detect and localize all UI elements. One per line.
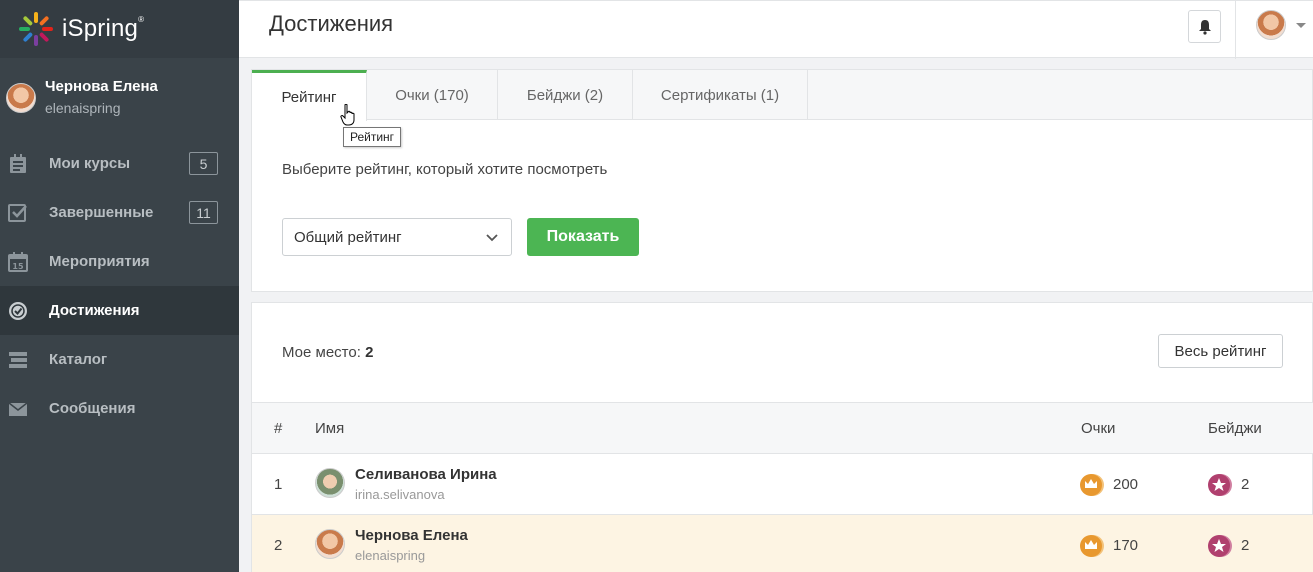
- table-header: # Имя Очки Бейджи: [252, 402, 1313, 454]
- rating-panel: Рейтинг Очки (170) Бейджи (2) Сертификат…: [251, 69, 1313, 292]
- column-header-badges: Бейджи: [1208, 420, 1262, 437]
- svg-text:15: 15: [12, 262, 24, 271]
- crown-points-icon: [1080, 474, 1104, 496]
- column-header-points: Очки: [1081, 420, 1116, 437]
- tab-certificates[interactable]: Сертификаты (1): [633, 70, 808, 120]
- sidebar-item-catalog[interactable]: Каталог: [0, 335, 239, 384]
- full-rating-button[interactable]: Весь рейтинг: [1158, 334, 1283, 368]
- sidebar-item-achievements[interactable]: Достижения: [0, 286, 239, 335]
- top-header: Достижения: [239, 0, 1313, 59]
- sidebar-item-label: Сообщения: [49, 400, 136, 417]
- logo[interactable]: iSpring®: [0, 0, 239, 58]
- sidebar-item-messages[interactable]: Сообщения: [0, 384, 239, 433]
- crown-points-icon: [1080, 535, 1104, 557]
- column-header-name: Имя: [315, 420, 345, 437]
- count-badge: 11: [189, 201, 218, 224]
- table-row-current-user[interactable]: 2 Чернова Елена elenaispring 170 2: [252, 515, 1313, 572]
- badges-value: 2: [1241, 476, 1250, 493]
- avatar: [315, 529, 345, 559]
- envelope-icon: [8, 399, 28, 419]
- count-badge: 5: [189, 152, 218, 175]
- points-value: 200: [1113, 476, 1139, 493]
- tooltip: Рейтинг: [343, 127, 402, 147]
- page-title: Достижения: [269, 11, 394, 36]
- sidebar-item-label: Достижения: [49, 302, 140, 319]
- leaderboard-panel: Мое место: 2 Весь рейтинг # Имя Очки Бей…: [251, 302, 1313, 572]
- my-place-value: 2: [365, 344, 374, 361]
- rank: 2: [274, 537, 283, 554]
- points-value: 170: [1113, 537, 1139, 554]
- hand-cursor-icon: [340, 104, 355, 126]
- user-login: irina.selivanova: [355, 487, 445, 502]
- sidebar-item-completed[interactable]: Завершенные 11: [0, 188, 239, 237]
- sidebar-nav: Мои курсы 5 Завершенные 11 15 Мероприяти…: [0, 139, 239, 433]
- sidebar-item-label: Мероприятия: [49, 253, 150, 270]
- sidebar-item-label: Завершенные: [49, 204, 154, 221]
- rank: 1: [274, 476, 283, 493]
- badges-value: 2: [1241, 537, 1250, 554]
- achievement-medal-icon: [8, 301, 28, 321]
- rating-select-value: Общий рейтинг: [294, 228, 402, 246]
- tab-badges[interactable]: Бейджи (2): [498, 70, 633, 120]
- calendar-icon: 15: [8, 251, 28, 272]
- show-button[interactable]: Показать: [527, 218, 639, 256]
- header-divider: [1235, 1, 1236, 59]
- tab-points[interactable]: Очки (170): [367, 70, 498, 120]
- completed-check-icon: [8, 203, 28, 223]
- sidebar-item-label: Мои курсы: [49, 155, 131, 172]
- bell-icon: [1198, 19, 1211, 35]
- column-header-num: #: [274, 420, 283, 437]
- caret-down-icon[interactable]: [1296, 23, 1306, 28]
- star-badge-icon: [1208, 474, 1232, 496]
- table-row[interactable]: 1 Селиванова Ирина irina.selivanova 200 …: [252, 454, 1313, 515]
- star-badge-icon: [1208, 535, 1232, 557]
- sidebar-item-my-courses[interactable]: Мои курсы 5: [0, 139, 239, 188]
- rating-prompt: Выберите рейтинг, который хотите посмотр…: [282, 161, 608, 178]
- chevron-down-icon: [486, 234, 498, 242]
- avatar: [6, 83, 36, 113]
- sidebar: iSpring® Чернова Елена elenaispring Мои …: [0, 0, 239, 572]
- avatar: [315, 468, 345, 498]
- courses-icon: [8, 153, 28, 174]
- ispring-logo-icon: [19, 12, 53, 46]
- logo-text: iSpring®: [62, 15, 145, 42]
- user-login: elenaispring: [355, 548, 426, 563]
- user-name[interactable]: Чернова Елена: [355, 527, 468, 544]
- user-menu-avatar[interactable]: [1256, 10, 1286, 40]
- catalog-icon: [8, 350, 28, 370]
- sidebar-item-events[interactable]: 15 Мероприятия: [0, 237, 239, 286]
- my-place: Мое место: 2: [282, 344, 374, 361]
- sidebar-item-label: Каталог: [49, 351, 108, 368]
- profile-name: Чернова Елена: [45, 78, 158, 95]
- user-name[interactable]: Селиванова Ирина: [355, 466, 497, 483]
- tabs: Рейтинг Очки (170) Бейджи (2) Сертификат…: [252, 70, 1312, 121]
- profile-login: elenaispring: [45, 100, 121, 116]
- notifications-button[interactable]: [1188, 10, 1221, 43]
- rating-select[interactable]: Общий рейтинг: [282, 218, 512, 256]
